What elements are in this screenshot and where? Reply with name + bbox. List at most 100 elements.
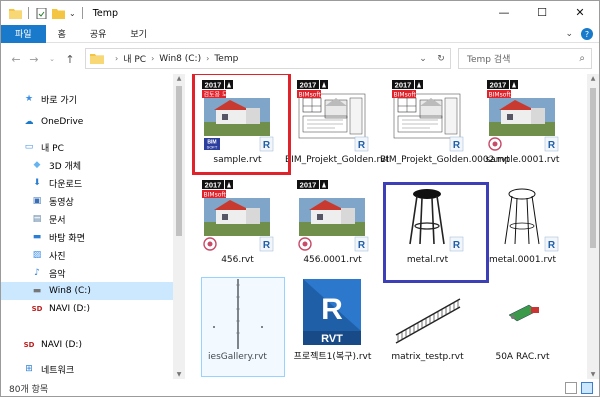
forward-arrow-icon[interactable]: → [25,53,43,66]
scroll-down-icon[interactable]: ▼ [173,371,185,378]
nav-item[interactable]: ▣ 동영상 [1,192,173,210]
scroll-down-icon[interactable]: ▼ [587,371,599,378]
scroll-up-icon[interactable]: ▲ [173,75,185,82]
nav-item[interactable]: ▬ 바탕 화면 [1,228,173,246]
file-thumbnail: 2017 BIMsoft R [487,80,559,152]
details-view-icon[interactable] [565,382,577,394]
breadcrumb-drive[interactable]: Win8 (C:) [159,54,201,64]
nav-item-label: NAVI (D:) [49,304,90,314]
address-dropdown-icon[interactable]: ⌄ [414,54,432,64]
nav-item[interactable]: ☁ OneDrive [1,113,173,131]
nav-item[interactable]: ⬇ 다운로드 [1,174,173,192]
nav-item[interactable]: ▤ 문서 [1,210,173,228]
file-item[interactable]: R RVT 프로젝트1(복구).rvt [285,271,380,373]
new-folder-icon[interactable] [52,8,65,19]
nav-item[interactable]: ⊞ 네트워크 [1,360,173,378]
cloud-icon: ☁ [24,117,34,127]
chevron-right-icon: › [115,54,119,63]
nav-item[interactable]: SD NAVI (D:) [1,336,173,354]
chevron-right-icon: › [206,54,210,63]
ribbon-tabs: 파일 홈 공유 보기 ⌄ ? [1,24,599,43]
tab-home[interactable]: 홈 [46,25,78,43]
nav-item[interactable]: ▬ Win8 (C:) [1,282,173,300]
nav-item[interactable]: SD NAVI (D:) [1,300,173,318]
svg-text:R: R [548,140,556,151]
music-icon: ♪ [34,268,40,278]
search-placeholder: Temp 검색 [467,55,511,65]
file-item[interactable]: Rmetal.0001.rvt [475,174,570,276]
download-icon: ⬇ [33,178,41,188]
file-item[interactable]: 50A RAC.rvt [475,271,570,373]
file-thumbnail [395,298,461,344]
desktop-icon: ▬ [32,232,42,242]
ribbon-expand-icon[interactable]: ⌄ [565,29,573,39]
picture-icon: ▨ [32,250,42,260]
file-name: BIM_Projekt_Golden.0002.rvt [380,155,510,165]
breadcrumb-temp[interactable]: Temp [214,54,238,64]
file-thumbnail: 2017 BIMsoft R [392,80,464,152]
nav-item-label: 바로 가기 [41,95,77,106]
nav-item-label: 음악 [49,269,66,280]
large-icons-view-icon[interactable] [581,382,593,394]
search-icon[interactable]: ⌕ [579,53,585,64]
nav-item-label: 다운로드 [49,179,83,190]
explorer-window: ⌄ Temp — ☐ ✕ 파일 홈 공유 보기 ⌄ ? ← → ⌄ ↑ › 내 … [0,0,600,397]
properties-icon[interactable] [35,7,48,19]
nav-item[interactable]: ◆ 3D 개체 [1,156,173,174]
quick-access-dropdown-icon[interactable]: ⌄ [69,9,76,18]
file-thumbnail: R [504,188,559,252]
item-count: 80개 항목 [9,384,49,395]
nav-item[interactable]: ▭ 내 PC [1,138,173,156]
content-scrollbar[interactable]: ▲ ▼ [587,74,599,379]
scroll-up-icon[interactable]: ▲ [587,75,599,82]
help-icon[interactable]: ? [581,28,593,40]
maximize-button[interactable]: ☐ [523,1,561,23]
file-item[interactable]: 2017 BIMsoft R BIM_Projekt_Golden.0002.rvt [380,74,510,176]
svg-text:BIMsoft: BIMsoft [204,191,227,198]
file-thumbnail: 2017 BIMsoft R [297,80,369,152]
file-item[interactable]: matrix_testp.rvt [380,271,475,373]
status-bar: 80개 항목 [1,379,599,396]
nav-item[interactable]: ♪ 음악 [1,264,173,282]
file-item[interactable]: 2017 BIMsoft R 456.rvt [190,174,285,276]
svg-text:R: R [453,140,461,151]
search-input[interactable]: Temp 검색 ⌕ [458,48,592,69]
breadcrumb-this-pc[interactable]: 내 PC [123,52,146,65]
nav-item-label: 사진 [49,251,66,262]
up-arrow-icon[interactable]: ↑ [61,53,79,66]
nav-item[interactable]: ★ 바로 가기 [1,90,173,108]
recent-dropdown-icon[interactable]: ⌄ [43,55,61,63]
tab-file[interactable]: 파일 [1,24,46,43]
svg-text:R: R [358,140,366,151]
svg-text:BIMsoft: BIMsoft [394,91,417,98]
video-icon: ▣ [32,196,42,206]
blue-highlight-frame [383,182,489,283]
close-button[interactable]: ✕ [561,1,599,23]
nav-item-label: Win8 (C:) [49,286,91,296]
address-bar[interactable]: › 내 PC › Win8 (C:) › Temp ⌄ ↻ [85,48,451,69]
file-item[interactable]: 2017 R 456.0001.rvt [285,174,380,276]
folder-icon [9,8,22,19]
tab-view[interactable]: 보기 [118,25,159,43]
back-arrow-icon[interactable]: ← [7,53,25,66]
nav-item[interactable]: ▨ 사진 [1,246,173,264]
svg-text:2017: 2017 [490,80,507,89]
svg-text:2017: 2017 [300,80,317,89]
file-thumbnail: 2017 BIMsoft R [202,180,274,252]
file-name: 456.0001.rvt [303,255,362,265]
nav-item-label: 네트워크 [41,365,75,376]
nav-scroll-thumb[interactable] [176,86,182,236]
content-scroll-thumb[interactable] [590,88,596,248]
network-icon: ⊞ [25,364,33,374]
minimize-button[interactable]: — [485,1,523,23]
file-item[interactable]: 2017 BIMsoft Rsample.0001.rvt [475,74,570,176]
file-name: 50A RAC.rvt [495,352,550,362]
nav-scrollbar[interactable]: ▲ ▼ [173,74,185,379]
file-item[interactable]: 2017 BIMsoft R BIM_Projekt_Golden.rvt [285,74,389,176]
computer-icon: ▭ [24,142,34,152]
tab-share[interactable]: 공유 [78,25,119,43]
folder-icon [90,54,104,64]
nav-item-label: 3D 개체 [49,161,82,172]
refresh-icon[interactable]: ↻ [432,54,450,64]
file-name: 프로젝트1(복구).rvt [293,352,372,362]
